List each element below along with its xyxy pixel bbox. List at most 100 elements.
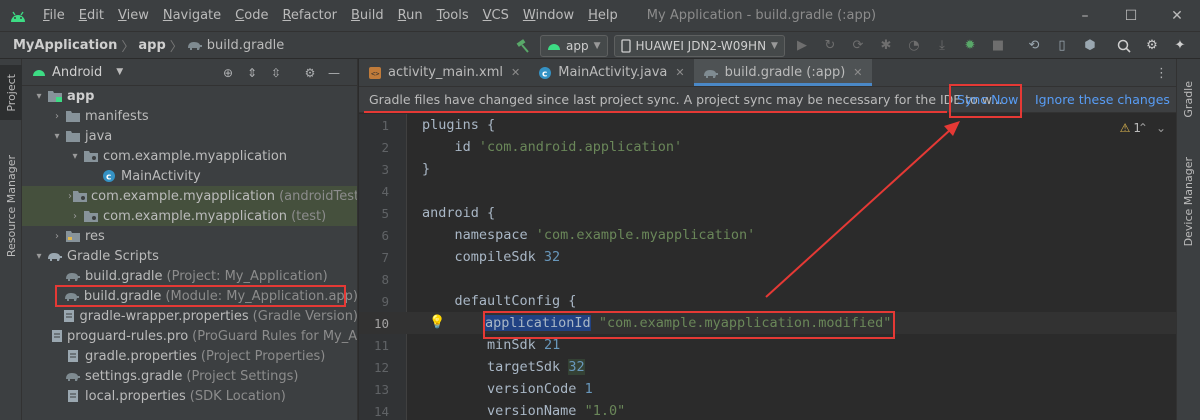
menu-navigate[interactable]: Navigate (156, 8, 228, 23)
debug-icon[interactable]: ✱ (875, 35, 897, 57)
code-line[interactable]: 9 defaultConfig { (359, 290, 1176, 312)
tree-item[interactable]: › com.example.myapplication (androidTest) (22, 186, 357, 206)
bug-icon[interactable]: ✹ (959, 35, 981, 57)
chevron-down-icon[interactable]: ▾ (32, 251, 46, 262)
chevron-down-icon[interactable]: ▾ (50, 131, 64, 142)
menu-build[interactable]: Build (344, 8, 391, 23)
tab-build-gradle-app[interactable]: build.gradle (:app) ✕ (693, 59, 872, 86)
panel-settings-gear-icon[interactable]: ⚙ (302, 65, 318, 81)
breadcrumb-project[interactable]: MyApplication (0, 38, 117, 53)
code-line[interactable]: 8 (359, 268, 1176, 290)
code-line[interactable]: 11 minSdk 21 (359, 334, 1176, 356)
expand-all-icon[interactable]: ⇕ (244, 65, 260, 81)
menu-refactor[interactable]: Refactor (275, 8, 344, 23)
tree-item[interactable]: ▾ Gradle Scripts (22, 246, 357, 266)
more-tabs-icon[interactable]: ⋮ (1155, 59, 1168, 87)
tree-item[interactable]: settings.gradle (Project Settings) (22, 366, 357, 386)
menu-run[interactable]: Run (391, 8, 430, 23)
code-line[interactable]: 14 versionName "1.0" (359, 400, 1176, 420)
chevron-down-icon[interactable]: ▾ (32, 91, 46, 102)
sdk-manager-icon[interactable]: ⬢ (1079, 35, 1101, 57)
chevron-right-icon[interactable]: › (50, 111, 64, 122)
menu-file[interactable]: File (36, 8, 72, 23)
tree-item[interactable]: build.gradle (Module: My_Application.app) (22, 286, 357, 306)
code-editor[interactable]: 1 plugins {2 id 'com.android.application' 3… (359, 114, 1176, 420)
code-line[interactable]: 2 id 'com.android.application' (359, 136, 1176, 158)
settings-gear-icon[interactable]: ⚙ (1141, 35, 1163, 57)
device-select[interactable]: HUAWEI JDN2-W09HN ▼ (613, 34, 785, 57)
chevron-down-icon[interactable]: ▾ (68, 151, 82, 162)
chevron-right-icon[interactable]: › (50, 231, 64, 242)
project-tool-tab-label: Project (4, 73, 18, 112)
menu-view[interactable]: View (111, 8, 156, 23)
collapse-all-icon[interactable]: ⇳ (268, 65, 284, 81)
code-line[interactable]: 3} (359, 158, 1176, 180)
attach-debugger-icon[interactable]: ⤓ (931, 35, 953, 57)
tree-item[interactable]: gradle-wrapper.properties (Gradle Version… (22, 306, 357, 326)
apply-code-changes-icon[interactable]: ⟳ (847, 35, 869, 57)
close-tab-icon[interactable]: ✕ (511, 66, 520, 79)
chevron-right-icon[interactable]: › (68, 211, 82, 222)
tree-item[interactable]: local.properties (SDK Location) (22, 386, 357, 406)
tree-item[interactable]: c MainActivity (22, 166, 357, 186)
menu-edit[interactable]: Edit (72, 8, 111, 23)
menu-vcs[interactable]: VCS (476, 8, 516, 23)
problem-navigation[interactable]: ⌃ ⌄ (1138, 121, 1166, 135)
run-icon[interactable]: ▶ (791, 35, 813, 57)
hide-panel-icon[interactable]: — (326, 65, 342, 81)
ignore-changes-link[interactable]: Ignore these changes (1035, 92, 1170, 107)
code-text: applicationId "com.example.myapplication… (485, 315, 892, 331)
code-line[interactable]: 6 namespace 'com.example.myapplication' (359, 224, 1176, 246)
menu-window[interactable]: Window (516, 8, 581, 23)
code-line[interactable]: 7 compileSdk 32 (359, 246, 1176, 268)
tree-item[interactable]: ▾ app (22, 86, 357, 106)
breadcrumb-file[interactable]: build.gradle (187, 38, 284, 53)
profile-icon[interactable]: ◔ (903, 35, 925, 57)
project-tool-tab[interactable]: Project (0, 65, 22, 120)
tree-item[interactable]: build.gradle (Project: My_Application) (22, 266, 357, 286)
menu-tools[interactable]: Tools (430, 8, 476, 23)
code-line[interactable]: 4 (359, 180, 1176, 202)
tree-item[interactable]: › manifests (22, 106, 357, 126)
tree-item[interactable]: › res (22, 226, 357, 246)
code-line[interactable]: 10 applicationId "com.example.myapplicati… (359, 312, 1176, 334)
search-icon[interactable] (1113, 35, 1135, 57)
device-manager-icon[interactable]: ▯ (1051, 35, 1073, 57)
tree-item[interactable]: proguard-rules.pro (ProGuard Rules for My… (22, 326, 357, 346)
tree-item[interactable]: gradle.properties (Project Properties) (22, 346, 357, 366)
menu-help[interactable]: Help (581, 8, 625, 23)
code-line[interactable]: 1 plugins { (359, 114, 1176, 136)
close-tab-icon[interactable]: ✕ (675, 66, 684, 79)
make-project-hammer-icon[interactable] (512, 35, 534, 57)
locate-file-icon[interactable]: ⊕ (220, 65, 236, 81)
apply-changes-icon[interactable]: ↻ (819, 35, 841, 57)
gradle-tool-tab[interactable]: Gradle (1177, 69, 1199, 129)
project-view-selector[interactable]: Android (52, 65, 102, 80)
previous-problem-icon[interactable]: ⌃ (1138, 121, 1148, 135)
sync-now-link[interactable]: Sync Now (957, 92, 1018, 107)
breadcrumb-module[interactable]: app (138, 38, 165, 53)
close-tab-icon[interactable]: ✕ (853, 66, 862, 79)
maximize-button[interactable]: ☐ (1108, 0, 1154, 31)
code-line[interactable]: 13 versionCode 1 (359, 378, 1176, 400)
gemini-icon[interactable]: ✦ (1169, 35, 1191, 57)
code-line[interactable]: 5 android { (359, 202, 1176, 224)
code-line[interactable]: 12 targetSdk 32 (359, 356, 1176, 378)
tab-activity-main-xml[interactable]: <> activity_main.xml ✕ (359, 59, 529, 86)
tab-main-activity-java[interactable]: c MainActivity.java ✕ (529, 59, 693, 86)
tree-item[interactable]: ▾ com.example.myapplication (22, 146, 357, 166)
chevron-down-icon[interactable]: ▼ (116, 67, 123, 77)
package-icon (82, 209, 100, 223)
gradle-sync-icon[interactable]: ⟲ (1023, 35, 1045, 57)
intention-lightbulb-icon[interactable]: 💡 (429, 315, 445, 330)
tree-item[interactable]: ▾ java (22, 126, 357, 146)
close-button[interactable]: ✕ (1154, 0, 1200, 31)
next-problem-icon[interactable]: ⌄ (1156, 121, 1166, 135)
tree-item[interactable]: › com.example.myapplication (test) (22, 206, 357, 226)
menu-code[interactable]: Code (228, 8, 275, 23)
resource-manager-tool-tab[interactable]: Resource Manager (0, 141, 22, 271)
minimize-button[interactable]: – (1062, 0, 1108, 31)
device-manager-tool-tab[interactable]: Device Manager (1177, 154, 1199, 249)
run-configuration-select[interactable]: app ▼ (540, 34, 608, 57)
stop-icon[interactable]: ■ (987, 35, 1009, 57)
